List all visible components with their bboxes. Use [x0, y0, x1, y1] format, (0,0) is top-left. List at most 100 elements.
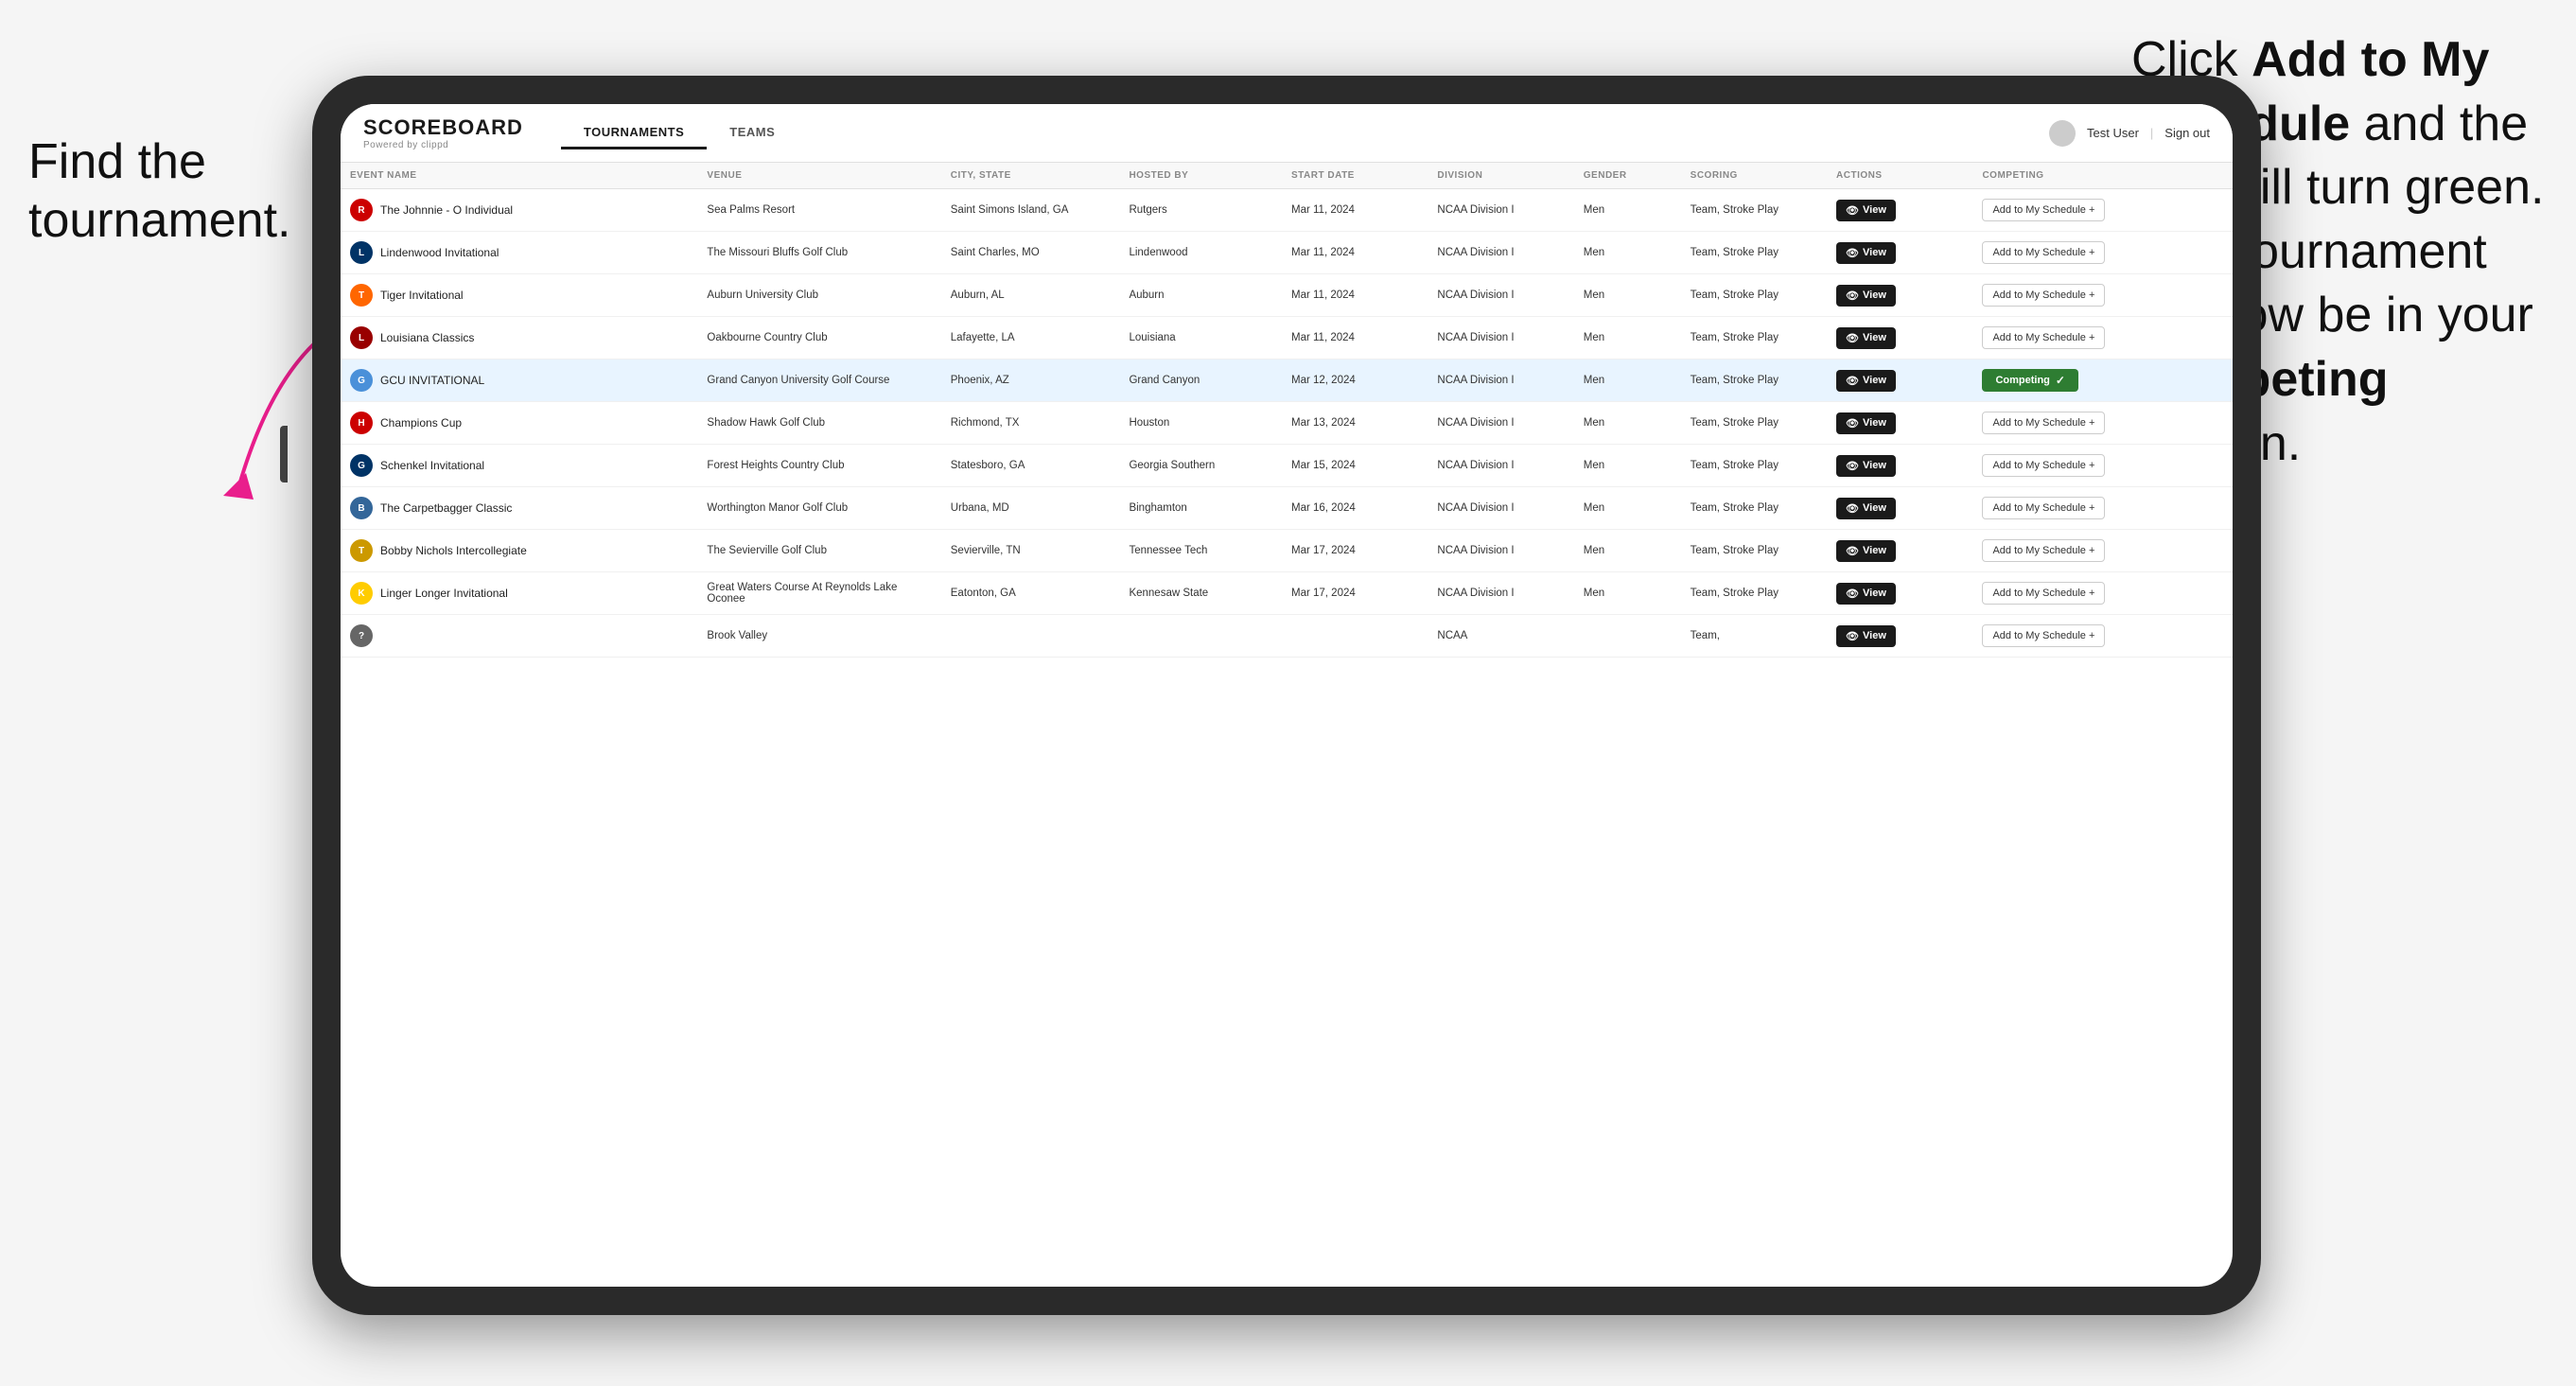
main-nav: TOURNAMENTS TEAMS: [561, 117, 797, 149]
col-header-city: CITY, STATE: [941, 163, 1120, 189]
app-header: SCOREBOARD Powered by clippd TOURNAMENTS…: [341, 104, 2233, 163]
eye-icon: 👁: [1846, 417, 1859, 430]
hosted-cell: Houston: [1119, 402, 1282, 445]
venue-cell: Shadow Hawk Golf Club: [697, 402, 940, 445]
date-cell: Mar 13, 2024: [1282, 402, 1428, 445]
col-header-event: EVENT NAME: [341, 163, 697, 189]
view-button[interactable]: 👁 View: [1836, 498, 1896, 519]
add-to-schedule-button[interactable]: Add to My Schedule +: [1982, 454, 2105, 477]
competing-button[interactable]: Competing ✓: [1982, 369, 2078, 392]
eye-icon: 👁: [1846, 545, 1859, 557]
date-cell: Mar 17, 2024: [1282, 530, 1428, 572]
venue-cell: The Missouri Bluffs Golf Club: [697, 232, 940, 274]
division-cell: NCAA Division I: [1428, 572, 1573, 615]
add-to-schedule-button[interactable]: Add to My Schedule +: [1982, 199, 2105, 221]
table-row: HChampions CupShadow Hawk Golf ClubRichm…: [341, 402, 2233, 445]
add-to-schedule-button[interactable]: Add to My Schedule +: [1982, 284, 2105, 307]
view-button[interactable]: 👁 View: [1836, 327, 1896, 349]
add-to-schedule-button[interactable]: Add to My Schedule +: [1982, 412, 2105, 434]
eye-icon: 👁: [1846, 375, 1859, 387]
scoring-cell: Team, Stroke Play: [1681, 189, 1827, 232]
gender-cell: [1574, 615, 1681, 658]
date-cell: Mar 15, 2024: [1282, 445, 1428, 487]
team-logo: H: [350, 412, 373, 434]
date-cell: Mar 12, 2024: [1282, 360, 1428, 402]
gender-cell: Men: [1574, 445, 1681, 487]
venue-cell: The Sevierville Golf Club: [697, 530, 940, 572]
city-cell: Auburn, AL: [941, 274, 1120, 317]
city-cell: Statesboro, GA: [941, 445, 1120, 487]
view-button[interactable]: 👁 View: [1836, 412, 1896, 434]
view-button[interactable]: 👁 View: [1836, 285, 1896, 307]
eye-icon: 👁: [1846, 332, 1859, 344]
gender-cell: Men: [1574, 317, 1681, 360]
date-cell: [1282, 615, 1428, 658]
view-button[interactable]: 👁 View: [1836, 370, 1896, 392]
scoring-cell: Team,: [1681, 615, 1827, 658]
col-header-date: START DATE: [1282, 163, 1428, 189]
add-to-schedule-button[interactable]: Add to My Schedule +: [1982, 497, 2105, 519]
view-button[interactable]: 👁 View: [1836, 200, 1896, 221]
add-to-schedule-button[interactable]: Add to My Schedule +: [1982, 624, 2105, 647]
hosted-cell: Georgia Southern: [1119, 445, 1282, 487]
event-name: Tiger Invitational: [380, 289, 464, 302]
team-logo: G: [350, 454, 373, 477]
header-right: Test User | Sign out: [2049, 120, 2210, 147]
scoring-cell: Team, Stroke Play: [1681, 487, 1827, 530]
view-button[interactable]: 👁 View: [1836, 540, 1896, 562]
logo-area: SCOREBOARD Powered by clippd: [363, 115, 523, 150]
sign-out-link[interactable]: Sign out: [2164, 126, 2210, 140]
event-name: Lindenwood Invitational: [380, 246, 499, 259]
city-cell: Eatonton, GA: [941, 572, 1120, 615]
division-cell: NCAA Division I: [1428, 274, 1573, 317]
add-to-schedule-button[interactable]: Add to My Schedule +: [1982, 241, 2105, 264]
division-cell: NCAA Division I: [1428, 530, 1573, 572]
tablet-frame: SCOREBOARD Powered by clippd TOURNAMENTS…: [312, 76, 2261, 1315]
view-button[interactable]: 👁 View: [1836, 242, 1896, 264]
add-to-schedule-button[interactable]: Add to My Schedule +: [1982, 582, 2105, 605]
team-logo: T: [350, 539, 373, 562]
city-cell: Sevierville, TN: [941, 530, 1120, 572]
nav-tab-teams[interactable]: TEAMS: [707, 117, 797, 149]
app-logo: SCOREBOARD: [363, 115, 523, 140]
hosted-cell: Grand Canyon: [1119, 360, 1282, 402]
hosted-cell: Lindenwood: [1119, 232, 1282, 274]
table-row: KLinger Longer InvitationalGreat Waters …: [341, 572, 2233, 615]
event-name: The Johnnie - O Individual: [380, 203, 513, 217]
hosted-cell: Kennesaw State: [1119, 572, 1282, 615]
hosted-cell: Binghamton: [1119, 487, 1282, 530]
team-logo: ?: [350, 624, 373, 647]
add-to-schedule-button[interactable]: Add to My Schedule +: [1982, 539, 2105, 562]
city-cell: Urbana, MD: [941, 487, 1120, 530]
scoring-cell: Team, Stroke Play: [1681, 232, 1827, 274]
team-logo: R: [350, 199, 373, 221]
view-button[interactable]: 👁 View: [1836, 583, 1896, 605]
city-cell: Saint Simons Island, GA: [941, 189, 1120, 232]
col-header-competing: COMPETING: [1972, 163, 2233, 189]
nav-tab-tournaments[interactable]: TOURNAMENTS: [561, 117, 707, 149]
hosted-cell: Louisiana: [1119, 317, 1282, 360]
venue-cell: Forest Heights Country Club: [697, 445, 940, 487]
view-button[interactable]: 👁 View: [1836, 455, 1896, 477]
eye-icon: 👁: [1846, 502, 1859, 515]
scoring-cell: Team, Stroke Play: [1681, 445, 1827, 487]
table-row: GSchenkel InvitationalForest Heights Cou…: [341, 445, 2233, 487]
user-avatar: [2049, 120, 2076, 147]
eye-icon: 👁: [1846, 630, 1859, 642]
division-cell: NCAA Division I: [1428, 189, 1573, 232]
gender-cell: Men: [1574, 487, 1681, 530]
table-header-row: EVENT NAME VENUE CITY, STATE HOSTED BY S…: [341, 163, 2233, 189]
tournaments-table: EVENT NAME VENUE CITY, STATE HOSTED BY S…: [341, 163, 2233, 658]
view-button[interactable]: 👁 View: [1836, 625, 1896, 647]
hosted-cell: [1119, 615, 1282, 658]
col-header-venue: VENUE: [697, 163, 940, 189]
add-to-schedule-button[interactable]: Add to My Schedule +: [1982, 326, 2105, 349]
scoring-cell: Team, Stroke Play: [1681, 360, 1827, 402]
tournaments-table-container: EVENT NAME VENUE CITY, STATE HOSTED BY S…: [341, 163, 2233, 1287]
gender-cell: Men: [1574, 360, 1681, 402]
date-cell: Mar 11, 2024: [1282, 232, 1428, 274]
pipe-divider: |: [2150, 126, 2153, 140]
event-name: Bobby Nichols Intercollegiate: [380, 544, 527, 557]
date-cell: Mar 11, 2024: [1282, 317, 1428, 360]
team-logo: L: [350, 326, 373, 349]
